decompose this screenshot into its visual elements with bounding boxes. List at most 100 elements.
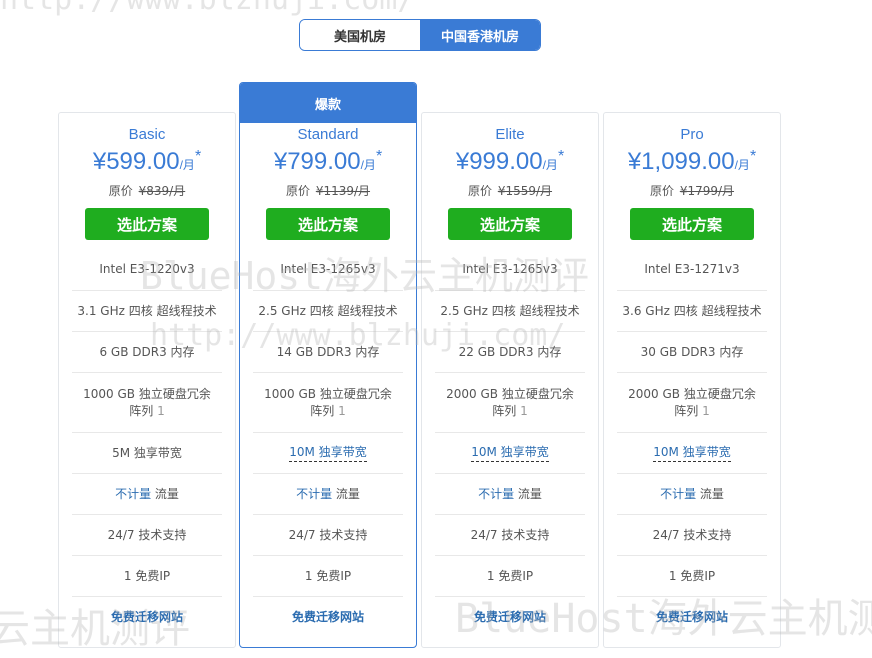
migrate-link[interactable]: 免费迁移网站 [292,609,364,626]
feature-ram: 14 GB DDR3 内存 [253,331,403,372]
select-plan-button[interactable]: 选此方案 [448,208,572,240]
plan-name: Pro [680,126,704,143]
raid-num: 1 [520,403,528,418]
raid-num: 1 [702,403,710,418]
feature-bandwidth: 5M 独享带宽 [72,432,222,473]
original-price: 原价 ¥839/月 [59,182,235,202]
support-text: 24/7 技术支持 [288,527,368,542]
raid-label: 阵列 [310,403,335,418]
price-amount: 799.00 [287,148,361,175]
price-asterisk: * [375,148,383,165]
original-price-value: ¥839/月 [138,184,186,198]
original-price: 原价 ¥1139/月 [240,182,416,202]
support-text: 24/7 技术支持 [107,527,187,542]
feature-traffic: 不计量 流量 [617,473,767,514]
datacenter-tabs: 美国机房 中国香港机房 [299,19,541,51]
raid-label: 阵列 [492,403,517,418]
feature-ip: 1 免费IP [72,555,222,596]
bandwidth-tooltip-link[interactable]: 10M 独享带宽 [289,444,367,462]
price-period: /月 [542,158,558,172]
ip-text: 1 免费IP [123,568,171,583]
traffic-unmetered: 不计量 [478,486,515,501]
price-currency: ¥ [92,148,107,175]
feature-disk: 2000 GB 独立硬盘冗余阵列 1 [435,372,585,432]
feature-cores: 2.5 GHz 四核 超线程技术 [253,290,403,331]
traffic-unmetered: 不计量 [296,486,333,501]
cpu-text: Intel E3-1265v3 [280,262,376,276]
feature-support: 24/7 技术支持 [435,514,585,555]
cores-text: 四核 超线程技术 [128,303,217,318]
ram-text: 22 GB DDR3 内存 [458,344,562,359]
featured-banner: 爆款 [240,83,416,123]
feature-disk: 2000 GB 独立硬盘冗余 阵列 1 [617,372,767,432]
plan-price: ¥599.00/月* [59,148,235,182]
support-text: 24/7 技术支持 [470,527,550,542]
disk-text: 2000 GB 独立硬盘冗余 [446,386,574,401]
price-asterisk: * [749,148,757,165]
original-price-label: 原价 [108,184,133,198]
feature-bandwidth: 10M 独享带宽 [253,432,403,473]
ram-text: 14 GB DDR3 内存 [276,344,380,359]
price-amount: 599.00 [106,148,180,175]
ip-text: 1 免费IP [304,568,352,583]
bandwidth-tooltip-link[interactable]: 10M 独享带宽 [653,444,731,462]
plan-price: ¥1,099.00/月* [604,148,780,182]
raid-label: 阵列 [674,403,699,418]
price-period: /月 [734,158,750,172]
bandwidth-tooltip-link[interactable]: 10M 独享带宽 [471,444,549,462]
tab-hk-datacenter[interactable]: 中国香港机房 [420,20,540,50]
bandwidth-text: 5M 独享带宽 [112,445,182,460]
cores-ghz: 2.5 GHz [258,303,306,318]
price-amount: 1,099.00 [641,148,735,175]
price-currency: ¥ [273,148,288,175]
feature-cpu: Intel E3-1220v3 [72,249,222,290]
traffic-unmetered: 不计量 [115,486,152,501]
feature-bandwidth: 10M 独享带宽 [435,432,585,473]
traffic-unmetered: 不计量 [660,486,697,501]
feature-cpu: Intel E3-1265v3 [435,249,585,290]
feature-cores: 3.6 GHz 四核 超线程技术 [617,290,767,331]
cores-ghz: 2.5 GHz [440,303,488,318]
select-plan-button[interactable]: 选此方案 [630,208,754,240]
feature-traffic: 不计量 流量 [72,473,222,514]
support-text: 24/7 技术支持 [652,527,732,542]
raid-num: 1 [157,403,165,418]
feature-cpu: Intel E3-1265v3 [253,249,403,290]
select-plan-button[interactable]: 选此方案 [85,208,209,240]
feature-ip: 1 免费IP [435,555,585,596]
feature-list: Intel E3-1220v3 3.1 GHz 四核 超线程技术 6 GB DD… [72,249,222,637]
feature-ram: 22 GB DDR3 内存 [435,331,585,372]
select-plan-button[interactable]: 选此方案 [266,208,390,240]
migrate-link[interactable]: 免费迁移网站 [474,609,546,626]
plan-card-pro: Pro ¥1,099.00/月* 原价 ¥1799/月 选此方案 Intel E… [603,112,781,648]
migrate-link[interactable]: 免费迁移网站 [656,609,728,626]
cores-text: 四核 超线程技术 [673,303,762,318]
feature-bandwidth: 10M 独享带宽 [617,432,767,473]
feature-ram: 6 GB DDR3 内存 [72,331,222,372]
feature-list: Intel E3-1271v3 3.6 GHz 四核 超线程技术 30 GB D… [617,249,767,637]
price-amount: 999.00 [469,148,543,175]
cpu-text: Intel E3-1271v3 [644,262,740,276]
migrate-link[interactable]: 免费迁移网站 [111,609,183,626]
price-asterisk: * [557,148,565,165]
ram-text: 6 GB DDR3 内存 [99,344,195,359]
price-currency: ¥ [455,148,470,175]
plan-name: Elite [495,126,525,143]
cpu-text: Intel E3-1265v3 [462,262,558,276]
feature-traffic: 不计量 流量 [253,473,403,514]
feature-migrate: 免费迁移网站 [72,596,222,637]
plan-card-elite: Elite ¥999.00/月* 原价 ¥1559/月 选此方案 Intel E… [421,112,599,648]
feature-cpu: Intel E3-1271v3 [617,249,767,290]
cores-text: 四核 超线程技术 [491,303,580,318]
cores-ghz: 3.1 GHz [77,303,125,318]
plan-name: Basic [128,126,166,143]
ip-text: 1 免费IP [486,568,534,583]
feature-migrate: 免费迁移网站 [617,596,767,637]
traffic-label: 流量 [154,486,179,501]
raid-num: 1 [338,403,346,418]
tab-us-datacenter[interactable]: 美国机房 [300,20,420,50]
feature-list: Intel E3-1265v3 2.5 GHz 四核 超线程技术 14 GB D… [253,249,403,637]
original-price-value: ¥1139/月 [315,184,371,198]
feature-migrate: 免费迁移网站 [435,596,585,637]
traffic-label: 流量 [335,486,360,501]
